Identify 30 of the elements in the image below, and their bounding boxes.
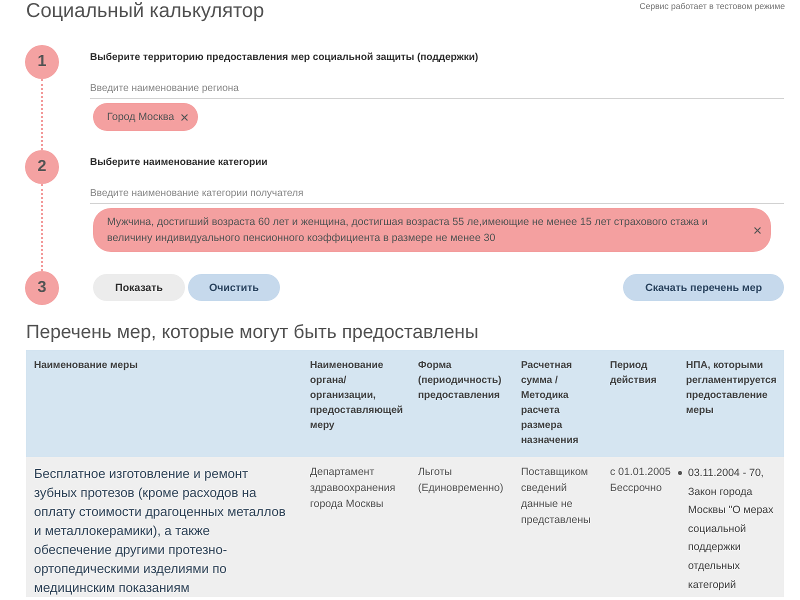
column-header: Наименование органа/ организации, предоставляющей меру [302, 350, 410, 457]
act-text: 03.11.2004 - 70, Закон города Москвы "О мерах социальной поддержки отдельных категорий [688, 466, 774, 593]
chip-label: Город Москва [107, 110, 174, 125]
action-button[interactable]: Показать [93, 274, 185, 301]
column-header: НПА, которыми регламентируется предоставление меры [672, 350, 784, 457]
step-number: 2 [25, 150, 59, 184]
text-field[interactable]: Введите наименование региона [90, 79, 784, 99]
column-header: Расчетная сумма / Методика расчета размера назначения [513, 350, 602, 457]
download-button[interactable]: Скачать перечень мер [623, 274, 784, 301]
page-title: Социальный калькулятор [26, 0, 264, 22]
table-cell: Поставщиком сведений данные не представлены [513, 457, 602, 597]
table-cell: Бесплатное изготовление и ремонт зубных протезов (кроме расходов на оплату стоимости драгоценных металлов и металлокерамики), а также обеспечение другими протезно-ортопедическими изделиями по медицинским показаниям [26, 457, 302, 597]
chip-label: Мужчина, достигший возраста 60 лет и женщина, достигшая возраста 55 ле,имеющие не менее 15 лет страхового стажа и величину индивидуального пенсионного коэффициента в размере не менее 30 [107, 215, 709, 246]
table-cell: Льготы (Единовременно) [410, 457, 513, 597]
table-cell: Департамент здравоохранения города Москвы [302, 457, 410, 597]
column-header: Форма (периодичность) предоставления [410, 350, 513, 457]
section-title: Перечень мер, которые могут быть предоставлены [26, 321, 480, 345]
step-label: Выберите наименование категории [90, 156, 269, 170]
remove-icon[interactable] [754, 226, 761, 234]
column-header: Период действия [602, 350, 672, 457]
bullet-icon [678, 471, 682, 475]
column-header: Наименование меры [26, 350, 302, 457]
step-number: 1 [25, 45, 59, 79]
action-button[interactable]: Очистить [188, 274, 280, 301]
table-cell: с 01.01.2005 Бессрочно [602, 457, 672, 597]
step-label: Выберите территорию предоставления мер социальной защиты (поддержки) [90, 51, 480, 65]
text-field[interactable]: Введите наименование категории получателя [90, 184, 784, 204]
service-notice: Сервис работает в тестовом режиме [640, 0, 785, 12]
step-number: 3 [25, 271, 59, 305]
remove-icon[interactable] [181, 114, 188, 120]
